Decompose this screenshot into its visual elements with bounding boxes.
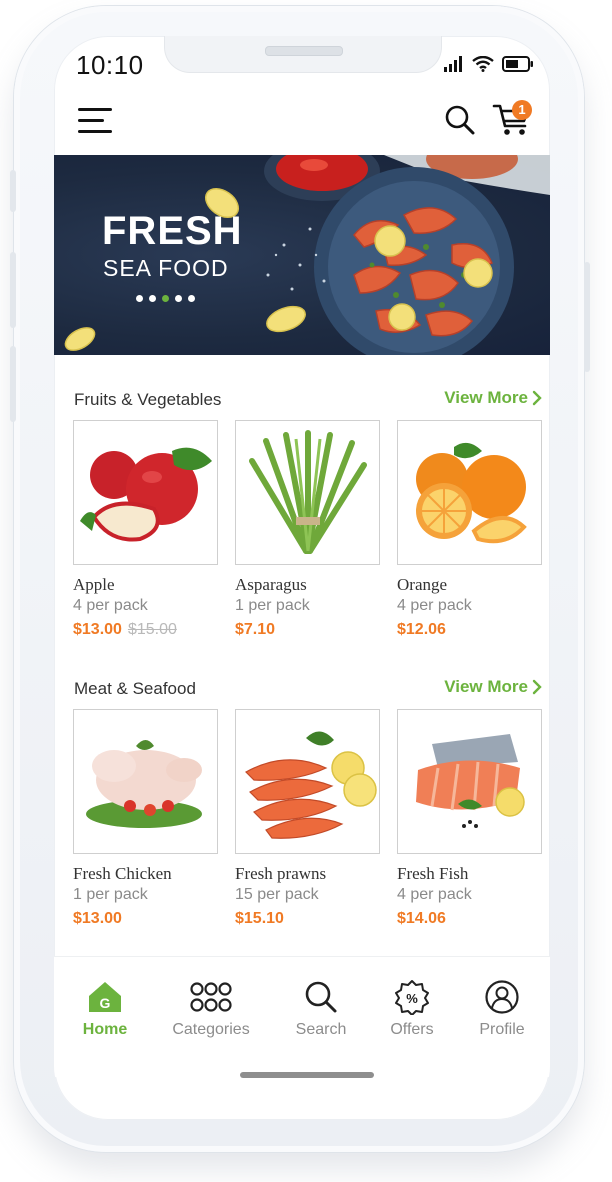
chevron-right-icon — [532, 679, 542, 695]
product-price-current: $13.00 — [73, 621, 122, 638]
product-pack: 4 per pack — [397, 886, 472, 903]
product-price: $14.06 — [397, 910, 446, 927]
nav-home[interactable]: G Home — [60, 979, 150, 1039]
section-title: Fruits & Vegetables — [74, 390, 222, 409]
product-card[interactable]: Asparagus 1 per pack $7.10 — [235, 420, 380, 639]
product-card[interactable]: Apple 4 per pack $13.00 $15.00 — [73, 420, 218, 639]
user-icon — [485, 980, 519, 1014]
status-icons — [444, 56, 534, 72]
product-card[interactable]: Fresh prawns 15 per pack $15.10 — [235, 709, 380, 928]
nav-label: Profile — [479, 1021, 525, 1038]
pagination-dot[interactable] — [188, 295, 195, 302]
product-card[interactable]: Fresh Fish 4 per pack $14.06 — [397, 709, 542, 928]
search-icon[interactable] — [444, 104, 476, 136]
volume-down-button — [10, 346, 16, 422]
product-price: $12.06 — [397, 621, 446, 638]
search-icon — [305, 981, 337, 1013]
banner-title: FRESH — [102, 209, 243, 253]
product-name: Fresh Fish — [397, 864, 469, 883]
nav-label: Home — [82, 1021, 128, 1038]
signal-icon — [444, 56, 462, 72]
product-name: Fresh prawns — [235, 864, 327, 883]
product-name: Orange — [397, 575, 448, 594]
product-pack: 15 per pack — [235, 886, 319, 903]
chevron-right-icon — [532, 390, 542, 406]
product-price-old: $15.00 — [127, 621, 177, 638]
product-pack: 1 per pack — [73, 886, 148, 903]
nav-label: Offers — [390, 1021, 434, 1038]
banner-pagination — [136, 295, 195, 302]
volume-up-button — [10, 252, 16, 328]
home-icon: G — [89, 982, 121, 1012]
percent-badge-icon: % — [395, 980, 429, 1015]
wifi-icon — [472, 56, 494, 72]
status-time: 10:10 — [76, 50, 144, 80]
product-name: Asparagus — [235, 575, 307, 594]
view-more-link[interactable]: View More — [444, 388, 542, 408]
view-more-link[interactable]: View More — [444, 677, 542, 697]
product-card[interactable]: Orange 4 per pack $12.06 — [397, 420, 542, 639]
product-image-prawns[interactable] — [235, 709, 380, 854]
nav-search[interactable]: Search — [276, 979, 366, 1039]
app-header: 1 — [54, 100, 550, 156]
nav-label: Categories — [172, 1021, 250, 1038]
product-image-chicken[interactable] — [73, 709, 218, 854]
pagination-dot[interactable] — [175, 295, 182, 302]
product-row-fruits: Apple 4 per pack $13.00 $15.00 Asparagus… — [73, 420, 543, 639]
product-price: $7.10 — [235, 621, 276, 638]
nav-label: Search — [295, 1021, 347, 1038]
cart-count-badge: 1 — [512, 100, 532, 120]
home-indicator[interactable] — [240, 1072, 374, 1078]
hamburger-menu-icon[interactable] — [78, 106, 114, 136]
product-image-asparagus[interactable] — [235, 420, 380, 565]
product-pack: 4 per pack — [73, 597, 148, 614]
view-more-label: View More — [444, 388, 528, 407]
product-image-fish[interactable] — [397, 709, 542, 854]
speaker-grille — [265, 46, 343, 56]
battery-icon — [502, 56, 533, 72]
product-pack: 4 per pack — [397, 597, 472, 614]
section-fruits-vegetables-header: Fruits & Vegetables View More — [54, 384, 550, 414]
notch — [164, 36, 442, 73]
phone-screen: 10:10 1 FRESH SEA FOOD Fruits & Vegetabl… — [54, 36, 550, 1120]
section-title: Meat & Seafood — [74, 679, 196, 698]
pagination-dot-active[interactable] — [162, 295, 169, 302]
bottom-navigation: G Home Categories Search % Offers Profil… — [54, 956, 550, 1077]
product-image-apple[interactable] — [73, 420, 218, 565]
product-price: $15.10 — [235, 910, 284, 927]
mute-switch — [10, 170, 16, 212]
nav-offers[interactable]: % Offers — [367, 979, 457, 1039]
svg-text:%: % — [406, 991, 418, 1006]
product-pack: 1 per pack — [235, 597, 310, 614]
product-card[interactable]: Fresh Chicken 1 per pack $13.00 — [73, 709, 218, 928]
pagination-dot[interactable] — [136, 295, 143, 302]
power-button — [584, 262, 590, 372]
promo-banner[interactable]: FRESH SEA FOOD — [54, 155, 550, 355]
banner-subtitle: SEA FOOD — [103, 255, 229, 281]
view-more-label: View More — [444, 677, 528, 696]
product-image-orange[interactable] — [397, 420, 542, 565]
product-name: Fresh Chicken — [73, 864, 172, 883]
nav-categories[interactable]: Categories — [166, 979, 256, 1039]
nav-profile[interactable]: Profile — [457, 979, 547, 1039]
svg-text:G: G — [100, 995, 111, 1011]
product-name: Apple — [73, 575, 115, 594]
section-meat-seafood-header: Meat & Seafood View More — [54, 673, 550, 703]
product-row-meat: Fresh Chicken 1 per pack $13.00 Fresh pr… — [73, 709, 543, 928]
product-price: $13.00 — [73, 910, 122, 927]
pagination-dot[interactable] — [149, 295, 156, 302]
grid-dots-icon — [190, 982, 232, 1012]
product-price: $13.00 $15.00 — [73, 621, 218, 639]
